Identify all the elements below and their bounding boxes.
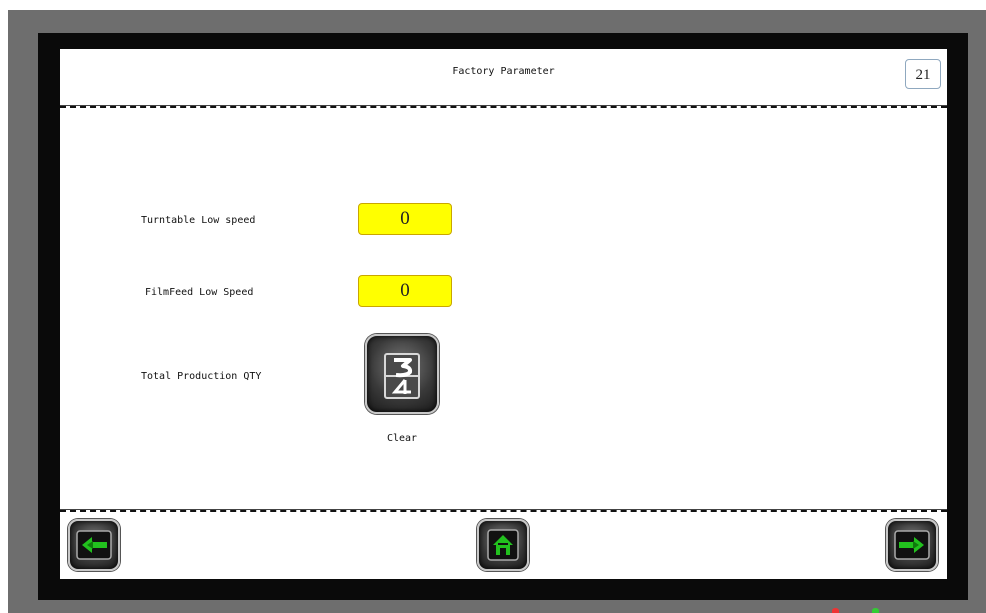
page-title: Factory Parameter bbox=[452, 66, 555, 77]
home-button[interactable] bbox=[477, 519, 529, 571]
previous-page-button[interactable] bbox=[68, 519, 120, 571]
arrow-right-icon bbox=[894, 530, 930, 560]
total-production-qty-label: Total Production QTY bbox=[141, 371, 262, 382]
turntable-low-speed-label: Turntable Low speed bbox=[141, 215, 256, 226]
filmfeed-low-speed-input[interactable]: 0 bbox=[358, 275, 452, 307]
turntable-low-speed-input[interactable]: 0 bbox=[358, 203, 452, 235]
status-indicator-green bbox=[872, 608, 879, 613]
clear-label: Clear bbox=[386, 433, 418, 444]
hmi-screen: Factory Parameter 21 Turntable Low speed… bbox=[60, 49, 947, 579]
header-divider bbox=[60, 105, 947, 108]
arrow-left-icon bbox=[76, 530, 112, 560]
footer-divider bbox=[60, 509, 947, 512]
next-page-button[interactable] bbox=[886, 519, 938, 571]
filmfeed-low-speed-label: FilmFeed Low Speed bbox=[145, 287, 254, 298]
counter-reset-icon bbox=[384, 353, 420, 399]
home-icon bbox=[487, 529, 519, 561]
page-number-badge: 21 bbox=[905, 59, 941, 89]
clear-counter-button[interactable] bbox=[365, 334, 439, 414]
status-indicator-red bbox=[832, 608, 839, 613]
